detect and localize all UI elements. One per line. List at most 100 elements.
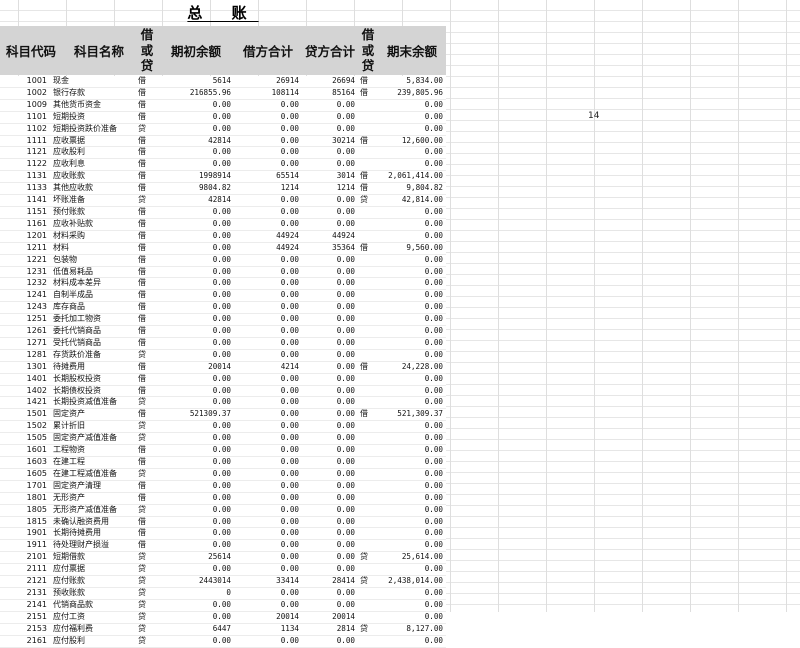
direction-cell[interactable]: 借 [136,206,156,219]
closing-direction-cell[interactable] [358,480,378,493]
closing-balance-cell[interactable]: 0.00 [378,456,446,469]
account-name-cell[interactable]: 固定资产 [50,408,136,422]
credit-total-cell[interactable]: 0.00 [302,194,358,207]
account-code-cell[interactable]: 1701 [0,480,50,493]
account-name-cell[interactable]: 短期投资跌价准备 [50,123,136,136]
debit-total-cell[interactable]: 44924 [234,242,302,255]
closing-balance-cell[interactable]: 239,805.96 [378,87,446,100]
opening-balance-cell[interactable]: 25614 [156,551,234,565]
opening-balance-cell[interactable]: 0.00 [156,611,234,624]
closing-balance-cell[interactable]: 0.00 [378,492,446,505]
table-row[interactable]: 1301 待摊费用借 20014 4214 0.00 借 24,228.00 [0,361,446,374]
table-row[interactable]: 1221 包装物借 0.00 0.00 0.00 0.00 [0,254,446,267]
closing-balance-cell[interactable]: 24,228.00 [378,361,446,374]
opening-balance-cell[interactable]: 0.00 [156,349,234,362]
direction-cell[interactable]: 贷 [136,468,156,481]
credit-total-cell[interactable]: 0.00 [302,599,358,612]
debit-total-cell[interactable]: 0.00 [234,289,302,303]
direction-cell[interactable]: 借 [136,230,156,243]
opening-balance-cell[interactable]: 0.00 [156,266,234,279]
opening-balance-cell[interactable]: 42814 [156,194,234,207]
closing-direction-cell[interactable] [358,456,378,469]
account-code-cell[interactable]: 1502 [0,420,50,434]
table-row[interactable]: 1281 存货跌价准备贷 0.00 0.00 0.00 0.00 [0,349,446,362]
table-row[interactable]: 1501 固定资产借 521309.37 0.00 0.00 借 521,309.37 [0,408,446,422]
debit-total-cell[interactable]: 0.00 [234,135,302,148]
account-code-cell[interactable]: 1911 [0,539,50,553]
direction-cell[interactable]: 贷 [136,587,156,600]
direction-cell[interactable]: 借 [136,313,156,327]
opening-balance-cell[interactable]: 2443014 [156,575,234,588]
opening-balance-cell[interactable]: 0.00 [156,99,234,112]
opening-balance-cell[interactable]: 0.00 [156,373,234,386]
direction-cell[interactable]: 贷 [136,123,156,136]
debit-total-cell[interactable]: 0.00 [234,277,302,291]
direction-cell[interactable]: 借 [136,289,156,303]
credit-total-cell[interactable]: 0.00 [302,527,358,541]
account-code-cell[interactable]: 1002 [0,87,50,100]
closing-balance-cell[interactable]: 0.00 [378,599,446,612]
account-name-cell[interactable]: 库存商品 [50,301,136,315]
credit-total-cell[interactable]: 0.00 [302,504,358,517]
closing-direction-cell[interactable] [358,396,378,410]
credit-total-cell[interactable]: 0.00 [302,313,358,327]
account-name-cell[interactable]: 待处理财产损溢 [50,539,136,553]
opening-balance-cell[interactable]: 0.00 [156,527,234,541]
table-row[interactable]: 1901 长期待摊费用借 0.00 0.00 0.00 0.00 [0,527,446,541]
opening-balance-cell[interactable]: 0 [156,587,234,600]
account-name-cell[interactable]: 自制半成品 [50,289,136,303]
closing-direction-cell[interactable]: 贷 [358,551,378,565]
debit-total-cell[interactable]: 0.00 [234,158,302,172]
credit-total-cell[interactable]: 30214 [302,135,358,148]
closing-balance-cell[interactable]: 0.00 [378,480,446,493]
account-name-cell[interactable]: 低值易耗品 [50,266,136,279]
closing-direction-cell[interactable] [358,385,378,398]
account-name-cell[interactable]: 工程物资 [50,444,136,457]
debit-total-cell[interactable]: 0.00 [234,396,302,410]
closing-direction-cell[interactable] [358,563,378,577]
opening-balance-cell[interactable]: 0.00 [156,242,234,255]
table-row[interactable]: 2121 应付账款贷 2443014 33414 28414 贷 2,438,014.00 [0,575,446,588]
account-code-cell[interactable]: 1009 [0,99,50,112]
direction-cell[interactable]: 借 [136,373,156,386]
table-row[interactable]: 1211 材料借 0.00 44924 35364 借 9,560.00 [0,242,446,255]
closing-direction-cell[interactable] [358,527,378,541]
direction-cell[interactable]: 贷 [136,349,156,362]
credit-total-cell[interactable]: 0.00 [302,492,358,505]
closing-direction-cell[interactable] [358,539,378,553]
opening-balance-cell[interactable]: 0.00 [156,146,234,160]
account-name-cell[interactable]: 应付票据 [50,563,136,577]
closing-balance-cell[interactable]: 0.00 [378,146,446,160]
account-name-cell[interactable]: 应收利息 [50,158,136,172]
cell-value[interactable]: 14 [588,111,599,121]
table-row[interactable]: 1111 应收票据借 42814 0.00 30214 借 12,600.00 [0,135,446,148]
account-code-cell[interactable]: 1501 [0,408,50,422]
debit-total-cell[interactable]: 0.00 [234,266,302,279]
debit-total-cell[interactable]: 20014 [234,611,302,624]
closing-direction-cell[interactable]: 借 [358,242,378,255]
account-code-cell[interactable]: 1603 [0,456,50,469]
direction-cell[interactable]: 借 [136,385,156,398]
account-name-cell[interactable]: 代销商品款 [50,599,136,612]
closing-direction-cell[interactable] [358,230,378,243]
closing-balance-cell[interactable]: 0.00 [378,99,446,112]
closing-balance-cell[interactable]: 0.00 [378,504,446,517]
credit-total-cell[interactable]: 0.00 [302,289,358,303]
account-code-cell[interactable]: 1161 [0,218,50,231]
debit-total-cell[interactable]: 0.00 [234,349,302,362]
table-row[interactable]: 1502 累计折旧贷 0.00 0.00 0.00 0.00 [0,420,446,434]
debit-total-cell[interactable]: 0.00 [234,99,302,112]
credit-total-cell[interactable]: 0.00 [302,396,358,410]
closing-balance-cell[interactable]: 42,814.00 [378,194,446,207]
opening-balance-cell[interactable]: 0.00 [156,158,234,172]
credit-total-cell[interactable]: 0.00 [302,587,358,600]
direction-cell[interactable]: 借 [136,480,156,493]
closing-balance-cell[interactable]: 0.00 [378,349,446,362]
closing-balance-cell[interactable]: 0.00 [378,527,446,541]
account-name-cell[interactable]: 未确认融资费用 [50,516,136,529]
closing-direction-cell[interactable] [358,325,378,338]
account-name-cell[interactable]: 应收补贴款 [50,218,136,231]
table-row[interactable]: 1805 无形资产减值准备贷 0.00 0.00 0.00 0.00 [0,504,446,517]
account-code-cell[interactable]: 1251 [0,313,50,327]
table-row[interactable]: 1133 其他应收款借 9804.82 1214 1214 借 9,804.82 [0,182,446,196]
